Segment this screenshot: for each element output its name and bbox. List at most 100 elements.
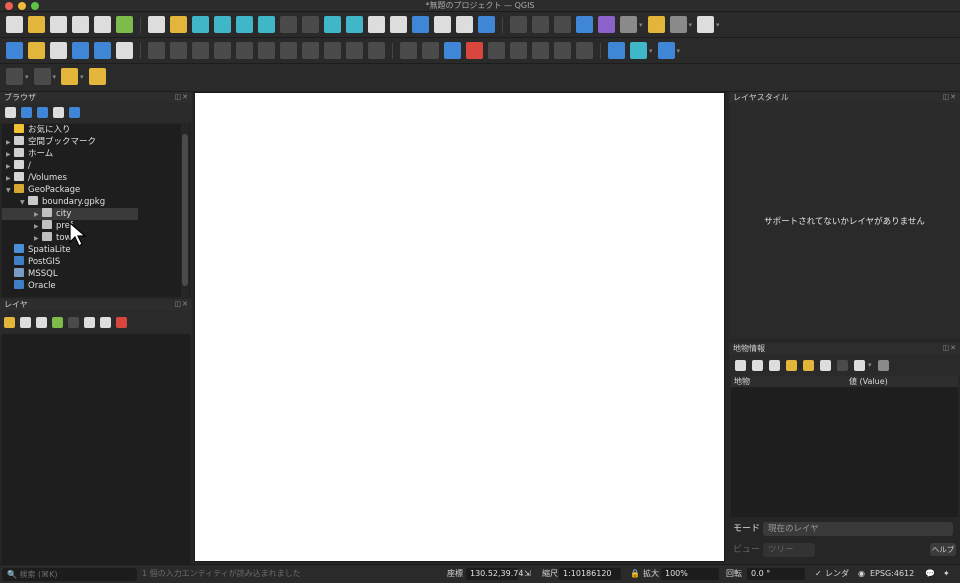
- pan-hand-icon[interactable]: [148, 16, 165, 33]
- new-map-view-icon[interactable]: [368, 16, 385, 33]
- feature-info-results[interactable]: [731, 387, 958, 517]
- label-tool-icon[interactable]: [400, 42, 417, 59]
- temporal-controller-icon[interactable]: [456, 16, 473, 33]
- browser-item[interactable]: ▶ /: [2, 160, 31, 172]
- help-contents-icon[interactable]: [657, 42, 675, 59]
- browser-item[interactable]: Oracle: [2, 280, 56, 292]
- view-select[interactable]: ツリー: [763, 543, 815, 557]
- map-canvas[interactable]: [194, 92, 725, 562]
- rotate-label-icon[interactable]: [532, 42, 549, 59]
- browser-item[interactable]: ▼ GeoPackage: [2, 184, 80, 196]
- text-annotation-icon[interactable]: [697, 16, 715, 33]
- add-group-icon[interactable]: [20, 316, 31, 328]
- save-edits-icon[interactable]: [192, 42, 209, 59]
- browser-item[interactable]: ▶ pref: [2, 220, 73, 232]
- browser-item[interactable]: ▶ ホーム: [2, 148, 53, 160]
- delete-selected-icon[interactable]: [258, 42, 275, 59]
- browser-item[interactable]: ▶ city: [2, 208, 138, 220]
- vertex-tool-icon[interactable]: [236, 42, 253, 59]
- browser-refresh-icon[interactable]: [21, 107, 32, 118]
- new-project-icon[interactable]: [6, 16, 23, 33]
- browser-item[interactable]: ▶ town: [2, 232, 77, 244]
- style-manager-icon[interactable]: [116, 16, 133, 33]
- mode-select[interactable]: 現在のレイヤ: [763, 522, 953, 536]
- save-project-icon[interactable]: [50, 16, 67, 33]
- zoom-full-icon[interactable]: [236, 16, 253, 33]
- scale-field[interactable]: 1:10186120: [559, 568, 621, 580]
- measure-dropdown-icon[interactable]: ▾: [639, 21, 643, 29]
- text-annotation-dropdown-icon[interactable]: ▾: [716, 21, 720, 29]
- identify-deselect-icon[interactable]: [803, 359, 814, 371]
- browser-panel-float-close-icon[interactable]: ◫✕: [175, 92, 189, 103]
- zoom-in-icon[interactable]: [192, 16, 209, 33]
- annotation-icon[interactable]: [669, 16, 687, 33]
- extents-toggle-icon[interactable]: ⇲: [524, 565, 531, 583]
- select-by-value-dropdown-icon[interactable]: ▾: [53, 73, 57, 81]
- browser-item[interactable]: MSSQL: [2, 268, 58, 280]
- redo-icon[interactable]: [368, 42, 385, 59]
- toggle-editing-icon[interactable]: [170, 42, 187, 59]
- field-calculator-icon[interactable]: [554, 16, 571, 33]
- new-scratch-layer-icon[interactable]: [94, 42, 111, 59]
- browser-item[interactable]: ▼ boundary.gpkg: [2, 196, 105, 208]
- plugins-dropdown-icon[interactable]: ▾: [649, 47, 653, 55]
- browser-item[interactable]: ▶ 空間ブックマーク: [2, 136, 96, 148]
- collapse-all-icon[interactable]: [53, 107, 64, 118]
- help-dropdown-icon[interactable]: ▾: [677, 47, 681, 55]
- cut-features-icon[interactable]: [280, 42, 297, 59]
- zoom-to-selection-icon[interactable]: [258, 16, 275, 33]
- identify-expand-icon[interactable]: [735, 359, 746, 371]
- highlight-pinned-icon[interactable]: [488, 42, 505, 59]
- move-label-icon[interactable]: [510, 42, 527, 59]
- rotation-field[interactable]: 0.0 °: [747, 568, 805, 580]
- browser-tree[interactable]: お気に入り ▶ 空間ブックマーク ▶ ホーム ▶ / ▶/Volumes ▼ GeoPackage…: [2, 124, 190, 297]
- deselect-dropdown-icon[interactable]: ▾: [80, 73, 84, 81]
- layer-style-panel-float-close-icon[interactable]: ◫✕: [943, 92, 957, 103]
- refresh-icon[interactable]: [478, 16, 495, 33]
- magnifier-field[interactable]: 100%: [661, 568, 719, 580]
- identify-copy-icon[interactable]: [820, 359, 831, 371]
- locator-search-input[interactable]: 🔍 検索 (⌘K): [2, 568, 137, 581]
- render-checkbox[interactable]: ✓: [815, 565, 822, 583]
- zoom-native-icon[interactable]: [302, 16, 319, 33]
- zoom-next-icon[interactable]: [346, 16, 363, 33]
- new-shapefile-layer-icon[interactable]: [50, 42, 67, 59]
- browser-item[interactable]: お気に入り: [2, 124, 71, 136]
- filter-by-expression-icon[interactable]: [68, 316, 79, 328]
- add-virtual-layer-icon[interactable]: [116, 42, 133, 59]
- spatial-bookmark-icon[interactable]: [412, 16, 429, 33]
- processing-toolbox-icon[interactable]: [576, 16, 593, 33]
- identify-settings-wrench-icon[interactable]: [877, 359, 889, 371]
- identify-collapse-icon[interactable]: [752, 359, 763, 371]
- copy-features-icon[interactable]: [302, 42, 319, 59]
- select-by-value-icon[interactable]: [33, 68, 51, 85]
- deselect-all-icon[interactable]: [61, 68, 79, 85]
- browser-item[interactable]: SpatiaLite: [2, 244, 71, 256]
- zoom-to-layer-icon[interactable]: [280, 16, 297, 33]
- measure-line-icon[interactable]: [620, 16, 637, 33]
- zoom-out-icon[interactable]: [214, 16, 231, 33]
- select-features-icon[interactable]: [6, 68, 23, 85]
- map-tips-icon[interactable]: [647, 16, 665, 33]
- zoom-last-icon[interactable]: [324, 16, 341, 33]
- plugins-icon[interactable]: [630, 42, 647, 59]
- layer-diagram-icon[interactable]: [466, 42, 483, 59]
- filter-legend-icon[interactable]: [52, 316, 63, 328]
- layout-manager-icon[interactable]: [94, 16, 111, 33]
- layers-panel-float-close-icon[interactable]: ◫✕: [175, 299, 189, 310]
- statistical-summary-icon[interactable]: [598, 16, 615, 33]
- manage-map-themes-icon[interactable]: [36, 316, 47, 328]
- python-console-icon[interactable]: [608, 42, 625, 59]
- select-by-location-icon[interactable]: [88, 68, 106, 85]
- change-label-icon[interactable]: [554, 42, 571, 59]
- undo-icon[interactable]: [346, 42, 363, 59]
- pan-to-selection-icon[interactable]: [170, 16, 187, 33]
- open-project-icon[interactable]: [28, 16, 45, 33]
- data-source-manager-icon[interactable]: [6, 42, 23, 59]
- current-edits-icon[interactable]: [148, 42, 165, 59]
- new-3d-view-icon[interactable]: [390, 16, 407, 33]
- browser-item[interactable]: ▶/Volumes: [2, 172, 67, 184]
- new-spatialite-layer-icon[interactable]: [72, 42, 89, 59]
- lock-scale-icon[interactable]: 🔒: [630, 565, 640, 583]
- browser-filter-icon[interactable]: [37, 107, 48, 118]
